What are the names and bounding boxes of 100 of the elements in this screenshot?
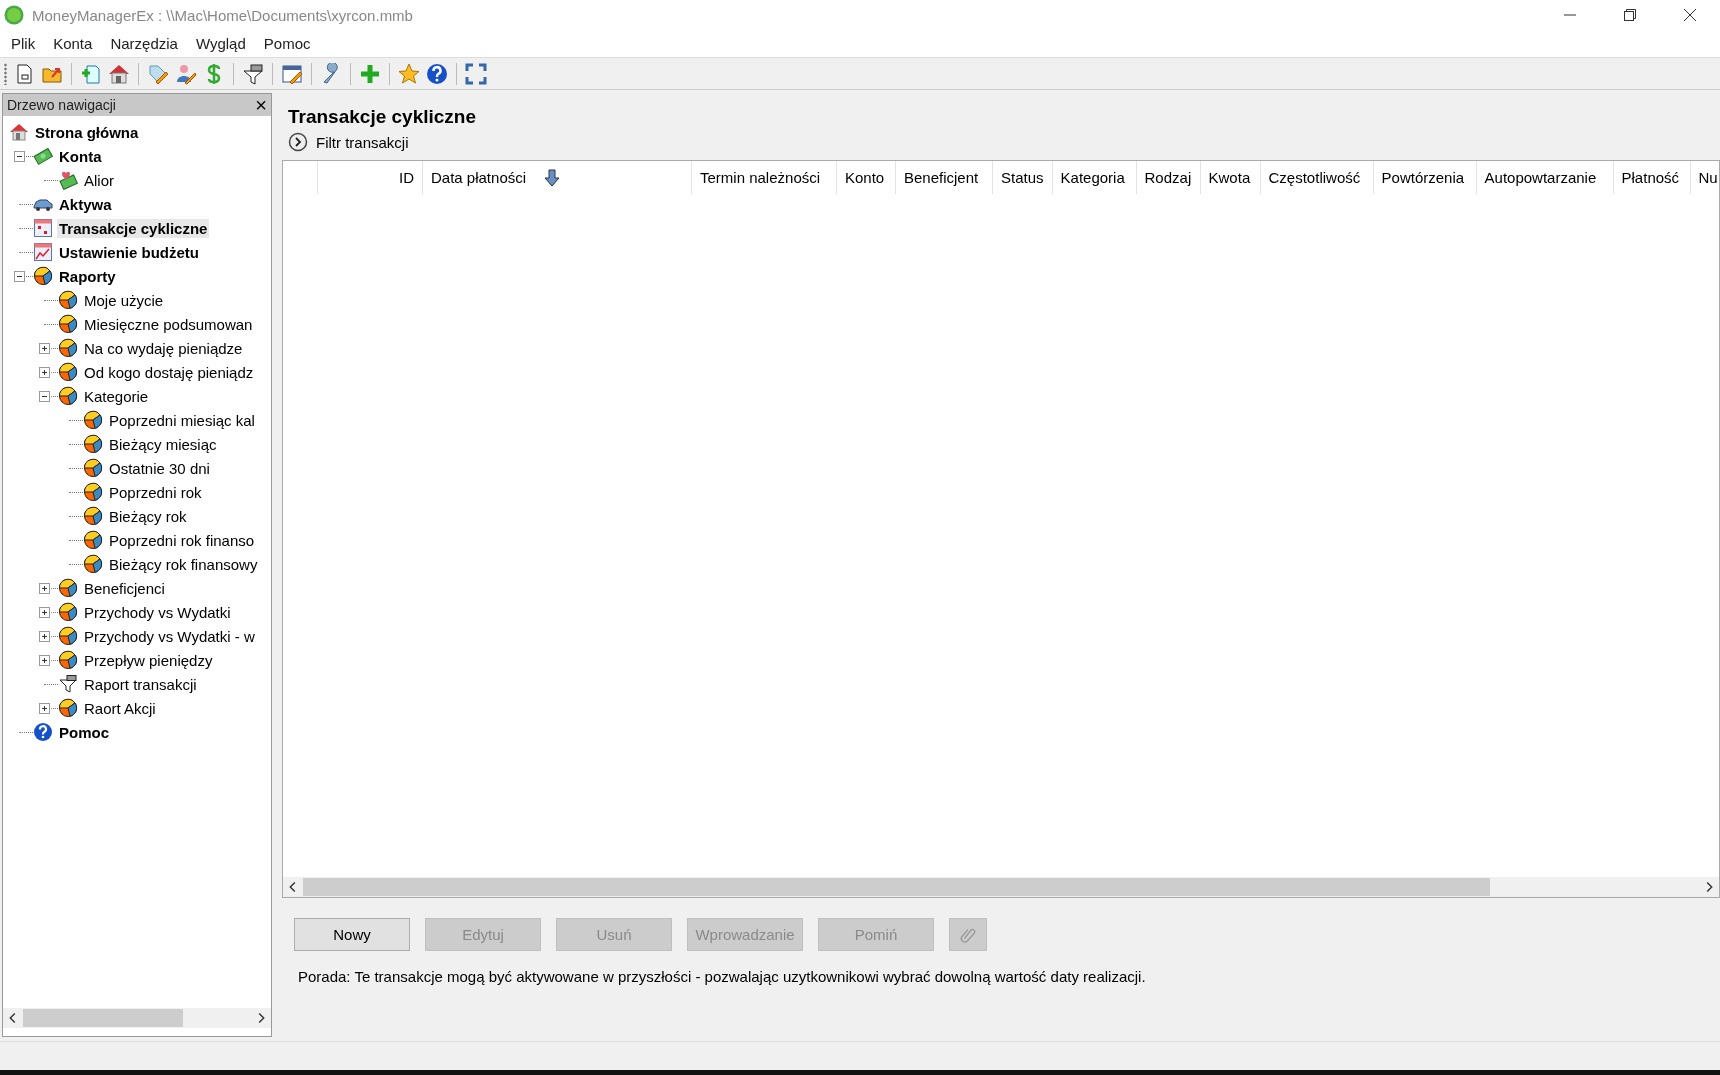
tree-item[interactable]: Raport transakcji: [82, 674, 199, 694]
tree-item[interactable]: Przepływ pieniędzy: [82, 650, 215, 670]
pie-chart-icon: [58, 698, 78, 718]
tree-item[interactable]: Poprzedni miesiąc kal: [107, 410, 257, 430]
person-pencil-icon[interactable]: [175, 62, 197, 85]
help-icon[interactable]: [426, 62, 448, 85]
plus-icon[interactable]: [359, 62, 381, 85]
calendar-icon: [33, 218, 53, 238]
star-icon[interactable]: [398, 62, 420, 85]
collapse-toggle[interactable]: [14, 270, 25, 282]
tree-item[interactable]: Ustawienie budżetu: [57, 242, 202, 262]
expand-toggle[interactable]: [39, 342, 50, 354]
tag-pencil-icon[interactable]: [147, 62, 169, 85]
home-icon: [9, 122, 29, 142]
pie-chart-icon: [83, 530, 103, 550]
chart-sheet-icon: [33, 242, 53, 262]
help-icon: [33, 722, 53, 742]
column-header[interactable]: Rodzaj: [1136, 161, 1201, 194]
tree-item[interactable]: Miesięczne podsumowan: [82, 314, 255, 334]
menu-item[interactable]: Konta: [44, 35, 102, 52]
tree-item[interactable]: Poprzedni rok finanso: [107, 530, 257, 550]
window-title: MoneyManagerEx : \\Mac\Home\Documents\xyrcon.mmb: [32, 6, 413, 24]
expand-circle-icon[interactable]: [288, 132, 308, 152]
banknote-heart-icon: [58, 170, 78, 190]
fullscreen-icon[interactable]: [465, 62, 487, 85]
pie-chart-icon: [83, 458, 103, 478]
expand-toggle[interactable]: [39, 654, 50, 666]
tree-item[interactable]: Aktywa: [57, 194, 114, 214]
column-header[interactable]: Kategoria: [1052, 161, 1137, 194]
pie-chart-icon: [58, 338, 78, 358]
tree-item[interactable]: Raort Akcji: [82, 698, 158, 718]
toolbar-grip[interactable]: [4, 62, 7, 85]
menu-item[interactable]: Pomoc: [254, 35, 320, 52]
action-button[interactable]: Nowy: [294, 918, 410, 951]
tree-item[interactable]: Ostatnie 30 dni: [107, 458, 212, 478]
tree-item[interactable]: Poprzedni rok: [107, 482, 204, 502]
filter-icon[interactable]: [242, 62, 264, 85]
menu-item[interactable]: Plik: [2, 35, 45, 52]
expand-toggle[interactable]: [39, 366, 50, 378]
tree-item[interactable]: Na co wydaję pieniądze: [82, 338, 245, 358]
column-header[interactable]: Beneficjent: [896, 161, 993, 194]
tree-item[interactable]: Od kogo dostaję pieniądz: [82, 362, 256, 382]
column-header[interactable]: Status: [993, 161, 1053, 194]
calendar-pencil-icon[interactable]: [281, 62, 303, 85]
tree-item[interactable]: Bieżący miesiąc: [107, 434, 219, 454]
collapse-toggle[interactable]: [39, 390, 50, 402]
pie-chart-icon: [83, 506, 103, 526]
tree-item[interactable]: Bieżący rok finansowy: [107, 554, 260, 574]
tree-item[interactable]: Przychody vs Wydatki: [82, 602, 233, 622]
expand-toggle[interactable]: [39, 702, 50, 714]
column-header[interactable]: Konto: [837, 161, 896, 194]
filter-icon: [58, 674, 78, 694]
sort-arrow-icon: [544, 168, 561, 187]
tree-item[interactable]: Konta: [57, 146, 104, 166]
tree-item[interactable]: Beneficjenci: [82, 578, 167, 598]
restore-icon[interactable]: [1624, 9, 1636, 21]
horizontal-scrollbar[interactable]: [283, 877, 1719, 897]
pie-chart-icon: [58, 602, 78, 622]
filter-link[interactable]: Filtr transakcji: [316, 133, 409, 151]
pie-chart-icon: [83, 554, 103, 574]
tree-item[interactable]: Przychody vs Wydatki - w: [82, 626, 257, 646]
column-header[interactable]: Częstotliwość: [1260, 161, 1374, 194]
expand-toggle[interactable]: [39, 582, 50, 594]
menu-item[interactable]: Wygląd: [186, 35, 255, 52]
pie-chart-icon: [58, 362, 78, 382]
home-icon[interactable]: [108, 62, 130, 85]
tree-item[interactable]: Strona główna: [33, 122, 141, 142]
app-logo-icon: [4, 5, 24, 25]
pie-chart-icon: [83, 482, 103, 502]
pie-chart-icon: [58, 386, 78, 406]
column-header[interactable]: ID: [318, 161, 423, 194]
menu-item[interactable]: Narzędzia: [101, 35, 187, 52]
pie-chart-icon: [33, 266, 53, 286]
close-icon[interactable]: [1684, 9, 1696, 21]
tree-item[interactable]: Alior: [82, 170, 116, 190]
tip-text: Porada: Te transakcje mogą być aktywowane w przyszłości - pozwalając uzytkownikowi wybrać dowolną wartość daty realizacji.: [298, 968, 1147, 985]
tree-item[interactable]: Raporty: [57, 266, 118, 286]
tree-item[interactable]: Pomoc: [57, 722, 111, 742]
column-header[interactable]: Data płatności: [423, 161, 692, 194]
page-title: Transakcje cykliczne: [288, 106, 477, 128]
expand-toggle[interactable]: [39, 606, 50, 618]
panel-title: Drzewo nawigacji: [7, 97, 116, 113]
column-header[interactable]: Kwota: [1200, 161, 1261, 194]
pie-chart-icon: [58, 290, 78, 310]
tree-item[interactable]: Kategorie: [82, 386, 151, 406]
tree-item[interactable]: Transakcje cykliczne: [57, 218, 210, 238]
expand-toggle[interactable]: [39, 630, 50, 642]
column-header[interactable]: Nu: [1690, 161, 1719, 194]
tree-item[interactable]: Moje użycie: [82, 290, 166, 310]
column-header[interactable]: Powtórzenia: [1373, 161, 1477, 194]
column-header[interactable]: Termin należności: [692, 161, 837, 194]
pie-chart-icon: [83, 410, 103, 430]
column-header[interactable]: Płatność: [1613, 161, 1691, 194]
close-button[interactable]: ×: [255, 96, 267, 114]
tree-item[interactable]: Bieżący rok: [107, 506, 189, 526]
pie-chart-icon: [58, 650, 78, 670]
horizontal-scrollbar[interactable]: [3, 1008, 271, 1028]
column-header[interactable]: Autopowtarzanie: [1476, 161, 1614, 194]
collapse-toggle[interactable]: [14, 150, 25, 162]
add-page-icon[interactable]: [80, 62, 102, 85]
